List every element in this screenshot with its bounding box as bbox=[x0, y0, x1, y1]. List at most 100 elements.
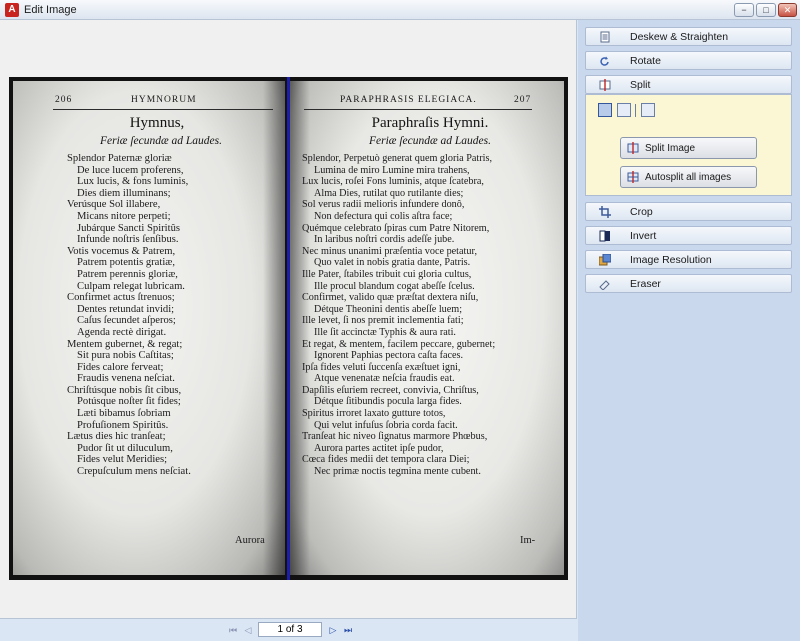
page-text-line: Nec minus unanimi præſentia voce petatur… bbox=[302, 245, 477, 257]
page-text-line: Ille procul blandum cogat abeſſe ſcelus. bbox=[314, 280, 475, 292]
page-text-line: Non defectura qui colis aſtra face; bbox=[314, 210, 453, 222]
right-page-text: Splendor, Perpetuò generat quem gloria P… bbox=[302, 153, 495, 478]
page-text-line: Micans nitore perpeti; bbox=[77, 210, 171, 222]
close-button[interactable]: ✕ bbox=[778, 3, 797, 17]
page-text-line: Mentem gubernet, & regat; bbox=[67, 338, 183, 350]
page-text-line: Sit pura nobis Caſtitas; bbox=[77, 350, 174, 362]
left-head-rule bbox=[53, 109, 273, 110]
tool-image-resolution[interactable]: Image Resolution bbox=[585, 250, 792, 269]
split-line[interactable] bbox=[287, 77, 290, 580]
page-text-line: Et regat, & mentem, facilem peccare, gub… bbox=[302, 338, 496, 350]
window-title: Edit Image bbox=[24, 4, 77, 16]
page-text-line: Confirmet actus ſtrenuos; bbox=[67, 292, 175, 304]
page-text-line: Splendor, Perpetuò generat quem gloria P… bbox=[302, 153, 492, 164]
page-text-line: Fraudis venena neſciat. bbox=[77, 373, 175, 385]
page-text-line: Qui velut infuſus ſobria corda facit. bbox=[314, 419, 458, 431]
tool-split[interactable]: Split bbox=[585, 75, 792, 94]
tool-label: Eraser bbox=[630, 278, 661, 290]
page-text-line: Atque venenatæ neſcia fraudis eat. bbox=[314, 373, 455, 385]
page-text-line: Sol verus radii melioris infundere donô, bbox=[302, 199, 465, 211]
page-text-line: Ille levet, ſi nos premit inclementia fa… bbox=[302, 315, 464, 327]
tool-invert[interactable]: Invert bbox=[585, 226, 792, 245]
mode-separator bbox=[635, 104, 636, 117]
maximize-button[interactable]: □ bbox=[756, 3, 776, 17]
tool-label: Invert bbox=[630, 230, 657, 242]
autosplit-icon bbox=[627, 171, 639, 183]
app-icon: A bbox=[5, 3, 19, 17]
split-vertical-icon[interactable] bbox=[598, 103, 612, 117]
page-text-line: Détque ſitibundis pocula larga fides. bbox=[314, 396, 462, 408]
eraser-icon bbox=[599, 280, 610, 290]
left-page: 206 HYMNORUM Hymnus, Feriæ ſecundæ ad La… bbox=[13, 81, 285, 575]
right-catchword: Im- bbox=[520, 535, 536, 546]
left-running-head: HYMNORUM bbox=[131, 95, 197, 105]
page-text-line: Profuſionem Spiritûs. bbox=[77, 419, 169, 431]
page-text-line: Dies diem illuminans; bbox=[77, 187, 171, 199]
left-page-number: 206 bbox=[55, 95, 73, 105]
page-indicator-field[interactable]: 1 of 3 bbox=[258, 622, 322, 637]
tool-label: Split bbox=[630, 79, 651, 91]
first-page-button[interactable]: ⏮ bbox=[228, 624, 238, 636]
tool-rotate[interactable]: Rotate bbox=[585, 51, 792, 70]
page-text-line: Spiritus irroret laxato gutture totos, bbox=[302, 408, 446, 420]
page-text-line: Pudor ſit ut diluculum, bbox=[77, 442, 173, 454]
rotate-icon bbox=[600, 56, 609, 66]
page-text-line: De luce lucem proferens, bbox=[77, 164, 184, 176]
page-text-line: Splendor Paternæ gloriæ bbox=[67, 153, 172, 164]
page-text-line: Dapſilis eſuriem recreet, convivia, Chri… bbox=[302, 384, 479, 396]
split-single-icon[interactable] bbox=[641, 103, 655, 117]
image-canvas[interactable]: 206 HYMNORUM Hymnus, Feriæ ſecundæ ad La… bbox=[0, 20, 577, 618]
split-image-icon bbox=[627, 142, 639, 154]
last-page-button[interactable]: ⏭ bbox=[343, 624, 353, 636]
split-image-label: Split Image bbox=[645, 143, 696, 154]
page-text-line: Agenda rectè dirigat. bbox=[77, 326, 167, 338]
page-text-line: Culpam relegat lubricam. bbox=[77, 280, 185, 292]
scanned-book-image[interactable]: 206 HYMNORUM Hymnus, Feriæ ſecundæ ad La… bbox=[9, 77, 568, 580]
next-page-button[interactable]: ▷ bbox=[328, 624, 338, 636]
page-text-line: Infunde noſtris ſenſibus. bbox=[77, 234, 179, 246]
page-text-line: Tranſeat hic niveo ſignatus marmore Phœb… bbox=[302, 431, 488, 443]
page-text-line: Ille Pater, ſtabiles tribuit cui gloria … bbox=[302, 268, 472, 280]
page-text-line: Lux lucis, & fons luminis, bbox=[77, 176, 189, 188]
split-horizontal-icon[interactable] bbox=[617, 103, 631, 117]
title-bar: A Edit Image − □ ✕ bbox=[0, 0, 800, 20]
gutter-shadow bbox=[263, 81, 285, 575]
right-page: PARAPHRASIS ELEGIACA. 207 Paraphraſis Hy… bbox=[288, 81, 564, 575]
page-text-line: Ille ſit accinctæ Typhis & aura rati. bbox=[314, 326, 456, 338]
page-text-line: Alma Dies, rutilat quo rutilante dies; bbox=[314, 187, 464, 199]
left-page-title: Hymnus, bbox=[129, 115, 185, 131]
image-resolution-icon bbox=[599, 254, 611, 266]
previous-page-button[interactable]: ◁ bbox=[243, 624, 253, 636]
page-text-line: Lux lucis, roſei Fons luminis, atque ſca… bbox=[302, 176, 484, 188]
tool-eraser[interactable]: Eraser bbox=[585, 274, 792, 293]
split-icon bbox=[599, 79, 611, 91]
page-text-line: In laribus noſtri cordis adeſſe jube. bbox=[314, 234, 455, 246]
tools-panel: Deskew & Straighten Rotate Split Split I… bbox=[578, 20, 800, 641]
right-page-subtitle: Feriæ ſecundæ ad Laudes. bbox=[368, 135, 492, 147]
page-text-line: Ignorent Paphias pectora caſta faces. bbox=[314, 350, 464, 362]
page-text-line: Quo valet in nobis gratia dante, Patris. bbox=[314, 257, 471, 269]
page-text-line: Patrem perennis gloriæ, bbox=[77, 268, 178, 280]
tool-label: Rotate bbox=[630, 55, 661, 67]
left-page-text: Splendor Paternæ gloriæ De luce lucem pro… bbox=[67, 153, 191, 478]
autosplit-label: Autosplit all images bbox=[645, 172, 732, 183]
page-text-line: Lumina de miro Lumine mira trahens, bbox=[314, 164, 470, 176]
tool-label: Crop bbox=[630, 206, 653, 218]
left-page-subtitle: Feriæ ſecundæ ad Laudes. bbox=[99, 135, 223, 147]
right-page-title: Paraphraſis Hymni. bbox=[371, 115, 489, 131]
crop-icon bbox=[599, 206, 611, 218]
page-text-line: Patrem potentis gratiæ, bbox=[77, 257, 175, 269]
minimize-button[interactable]: − bbox=[734, 3, 754, 17]
page-text-line: Détque Theonini dentis abeſſe luem; bbox=[314, 303, 463, 315]
autosplit-button[interactable]: Autosplit all images bbox=[620, 166, 757, 188]
page-text-line: Caſus ſecundet aſperos; bbox=[77, 315, 176, 327]
page-navigator: ⏮ ◁ 1 of 3 ▷ ⏭ bbox=[0, 618, 577, 641]
tool-deskew-straighten[interactable]: Deskew & Straighten bbox=[585, 27, 792, 46]
page-text-line: Nec primæ noctis tegmina mente cubent. bbox=[314, 466, 481, 478]
page-text-line: Crepuſculum mens neſciat. bbox=[77, 466, 191, 478]
tool-crop[interactable]: Crop bbox=[585, 202, 792, 221]
right-running-head: PARAPHRASIS ELEGIACA. bbox=[340, 95, 477, 105]
page-text-line: Confirmet, valido quæ præſtat dextera ni… bbox=[302, 292, 479, 304]
page-text-line: Quémque celebrato ſpiras cum Patre Nitor… bbox=[302, 222, 490, 234]
split-image-button[interactable]: Split Image bbox=[620, 137, 757, 159]
